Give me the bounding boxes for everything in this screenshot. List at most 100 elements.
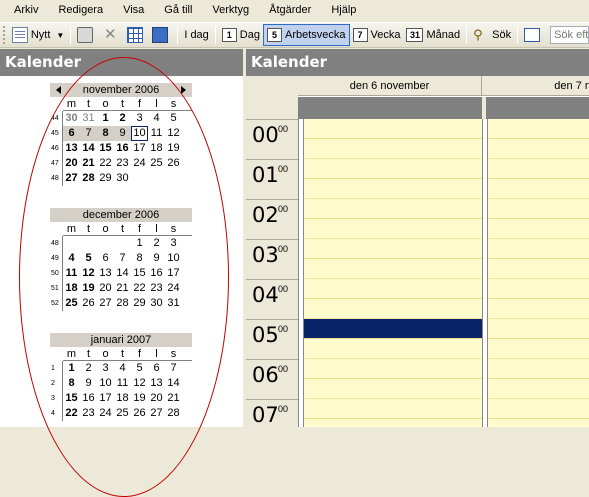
next-month-arrow-icon[interactable] bbox=[181, 86, 186, 94]
date-cell[interactable]: 24 bbox=[165, 281, 182, 296]
date-cell[interactable]: 24 bbox=[131, 156, 148, 171]
today-button[interactable]: I dag bbox=[181, 24, 211, 46]
date-cell[interactable]: 18 bbox=[63, 281, 80, 296]
date-cell[interactable]: 10 bbox=[131, 126, 148, 141]
address-book-open-button[interactable] bbox=[521, 24, 546, 46]
date-cell[interactable]: 8 bbox=[97, 126, 114, 141]
date-cell[interactable]: 25 bbox=[114, 406, 131, 421]
date-cell[interactable]: 4 bbox=[148, 111, 165, 126]
date-cell[interactable]: 16 bbox=[148, 266, 165, 281]
date-cell[interactable]: 14 bbox=[114, 266, 131, 281]
date-cell[interactable]: 20 bbox=[97, 281, 114, 296]
date-cell[interactable]: 15 bbox=[63, 391, 80, 406]
week-number[interactable]: 52 bbox=[50, 296, 63, 311]
date-cell[interactable]: 27 bbox=[63, 171, 80, 186]
date-cell[interactable]: 23 bbox=[148, 281, 165, 296]
day-column[interactable] bbox=[304, 119, 484, 427]
workweek-view-button[interactable]: 5 Arbetsvecka bbox=[262, 24, 350, 46]
date-cell[interactable]: 21 bbox=[114, 281, 131, 296]
date-cell[interactable]: 26 bbox=[80, 296, 97, 311]
date-cell[interactable]: 13 bbox=[63, 141, 80, 156]
delete-button[interactable]: ✕ bbox=[99, 24, 124, 46]
date-cell[interactable]: 23 bbox=[80, 406, 97, 421]
date-cell[interactable]: 12 bbox=[131, 376, 148, 391]
date-cell[interactable]: 4 bbox=[63, 251, 80, 266]
week-number[interactable]: 48 bbox=[50, 236, 63, 251]
selected-time-block[interactable] bbox=[304, 319, 482, 338]
find-button[interactable]: ⚲ Sök bbox=[470, 24, 514, 46]
calendar-view-button[interactable] bbox=[124, 24, 149, 46]
date-cell[interactable]: 12 bbox=[80, 266, 97, 281]
date-cell[interactable]: 20 bbox=[148, 391, 165, 406]
date-cell[interactable]: 4 bbox=[114, 361, 131, 376]
date-cell[interactable]: 22 bbox=[131, 281, 148, 296]
date-cell[interactable]: 3 bbox=[131, 111, 148, 126]
week-number[interactable]: 49 bbox=[50, 251, 63, 266]
date-cell[interactable]: 5 bbox=[131, 361, 148, 376]
date-cell[interactable]: 10 bbox=[165, 251, 182, 266]
date-cell[interactable]: 28 bbox=[80, 171, 97, 186]
date-cell[interactable]: 5 bbox=[165, 111, 182, 126]
week-number[interactable]: 1 bbox=[50, 361, 63, 376]
address-book-button[interactable] bbox=[149, 24, 174, 46]
date-cell[interactable]: 10 bbox=[97, 376, 114, 391]
date-cell[interactable]: 5 bbox=[80, 251, 97, 266]
date-cell[interactable]: 14 bbox=[165, 376, 182, 391]
date-cell[interactable]: 20 bbox=[63, 156, 80, 171]
date-cell[interactable]: 21 bbox=[80, 156, 97, 171]
date-cell[interactable]: 6 bbox=[63, 126, 80, 141]
date-cell[interactable]: 3 bbox=[165, 236, 182, 251]
date-cell[interactable]: 27 bbox=[148, 406, 165, 421]
menu-visa[interactable]: Visa bbox=[113, 0, 154, 21]
date-cell[interactable]: 15 bbox=[97, 141, 114, 156]
date-cell[interactable]: 17 bbox=[131, 141, 148, 156]
date-cell[interactable]: 8 bbox=[131, 251, 148, 266]
week-number[interactable]: 46 bbox=[50, 141, 63, 156]
date-cell[interactable]: 1 bbox=[97, 111, 114, 126]
week-number[interactable]: 44 bbox=[50, 111, 63, 126]
month-view-button[interactable]: 31 Månad bbox=[403, 24, 463, 46]
date-cell[interactable]: 9 bbox=[114, 126, 131, 141]
date-cell[interactable]: 19 bbox=[80, 281, 97, 296]
date-cell[interactable]: 29 bbox=[97, 171, 114, 186]
date-cell[interactable]: 28 bbox=[114, 296, 131, 311]
date-cell[interactable]: 16 bbox=[114, 141, 131, 156]
menu-hjalp[interactable]: Hjälp bbox=[321, 0, 366, 21]
date-cell[interactable]: 19 bbox=[165, 141, 182, 156]
menu-ga-till[interactable]: Gå till bbox=[154, 0, 202, 21]
date-cell[interactable]: 26 bbox=[131, 406, 148, 421]
week-view-button[interactable]: 7 Vecka bbox=[350, 24, 404, 46]
date-cell[interactable]: 17 bbox=[97, 391, 114, 406]
date-cell[interactable]: 22 bbox=[97, 156, 114, 171]
week-number[interactable]: 4 bbox=[50, 406, 63, 421]
date-cell[interactable]: 30 bbox=[148, 296, 165, 311]
week-number[interactable]: 51 bbox=[50, 281, 63, 296]
date-cell[interactable]: 6 bbox=[97, 251, 114, 266]
chevron-down-icon[interactable]: ▼ bbox=[56, 31, 64, 40]
menu-redigera[interactable]: Redigera bbox=[48, 0, 113, 21]
date-cell[interactable]: 16 bbox=[80, 391, 97, 406]
date-cell[interactable]: 28 bbox=[165, 406, 182, 421]
day-column[interactable] bbox=[488, 119, 589, 427]
date-cell[interactable]: 11 bbox=[148, 126, 165, 141]
print-button[interactable] bbox=[74, 24, 99, 46]
date-cell[interactable]: 31 bbox=[80, 111, 97, 126]
date-cell[interactable]: 15 bbox=[131, 266, 148, 281]
date-cell[interactable]: 17 bbox=[165, 266, 182, 281]
date-cell[interactable]: 26 bbox=[165, 156, 182, 171]
date-cell[interactable]: 7 bbox=[114, 251, 131, 266]
date-cell[interactable]: 31 bbox=[165, 296, 182, 311]
week-number[interactable]: 2 bbox=[50, 376, 63, 391]
menu-arkiv[interactable]: Arkiv bbox=[4, 0, 48, 21]
date-cell[interactable]: 22 bbox=[63, 406, 80, 421]
toolbar-grip[interactable] bbox=[3, 26, 5, 44]
date-cell[interactable]: 11 bbox=[63, 266, 80, 281]
date-cell[interactable]: 6 bbox=[148, 361, 165, 376]
date-cell[interactable]: 2 bbox=[114, 111, 131, 126]
date-cell[interactable]: 29 bbox=[131, 296, 148, 311]
date-cell[interactable]: 12 bbox=[165, 126, 182, 141]
all-day-event-row[interactable] bbox=[298, 97, 589, 119]
day-header[interactable]: den 6 november bbox=[298, 76, 482, 96]
week-number[interactable]: 45 bbox=[50, 126, 63, 141]
date-cell[interactable]: 25 bbox=[148, 156, 165, 171]
